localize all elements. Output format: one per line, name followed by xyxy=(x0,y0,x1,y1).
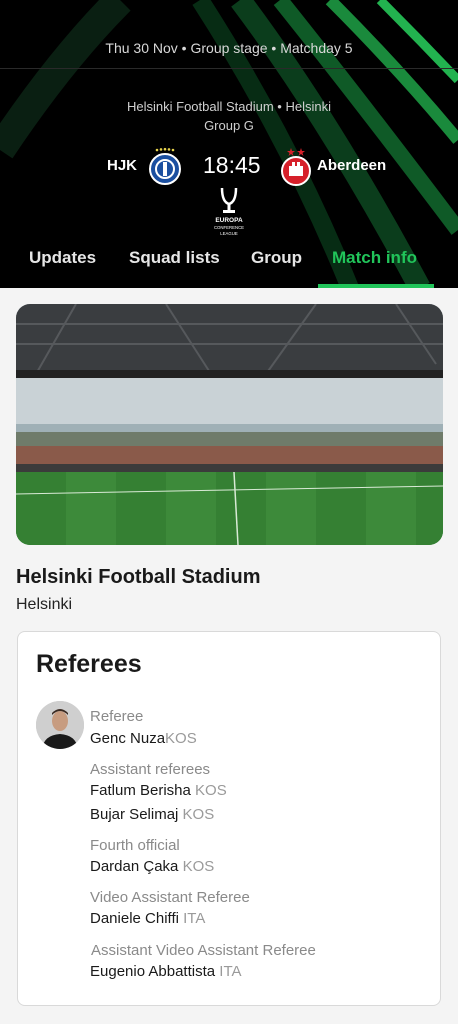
hjk-crest-icon[interactable] xyxy=(148,147,182,187)
kickoff-time: 18:45 xyxy=(203,152,261,178)
avar-role-label: Assistant Video Assistant Referee xyxy=(91,942,316,959)
match-date-line: Thu 30 Nov • Group stage • Matchday 5 xyxy=(105,40,353,56)
tab-match-info[interactable]: Match info xyxy=(332,248,417,268)
referee-role-label: Referee xyxy=(90,708,144,725)
svg-text:CONFERENCE: CONFERENCE xyxy=(214,225,244,230)
header-divider xyxy=(0,68,458,69)
referees-title: Referees xyxy=(36,650,142,678)
tab-squad-lists[interactable]: Squad lists xyxy=(129,248,220,268)
tab-updates[interactable]: Updates xyxy=(29,248,96,268)
var-entry[interactable]: Daniele Chiffi ITA xyxy=(90,910,205,927)
stadium-city: Helsinki xyxy=(16,596,73,613)
active-tab-indicator xyxy=(318,284,434,288)
var-name: Daniele Chiffi xyxy=(90,910,179,927)
svg-text:LEAGUE: LEAGUE xyxy=(220,231,238,236)
assistant-referee-name: Bujar Selimaj xyxy=(90,806,179,823)
assistant-referee-name: Fatlum Berisha xyxy=(90,782,191,799)
assistant-referees-role-label: Assistant referees xyxy=(90,761,211,778)
venue-line: Helsinki Football Stadium • Helsinki xyxy=(127,99,331,114)
tab-group[interactable]: Group xyxy=(251,248,302,268)
assistant-referee-nationality: KOS xyxy=(195,782,227,799)
avar-entry[interactable]: Eugenio Abbattista ITA xyxy=(90,963,242,980)
referee-entry[interactable]: Genc NuzaKOS xyxy=(90,730,197,747)
match-header: Thu 30 Nov • Group stage • Matchday 5 He… xyxy=(0,0,458,288)
fourth-official-name: Dardan Çaka xyxy=(90,858,179,875)
assistant-referee-nationality: KOS xyxy=(182,806,215,823)
group-label: Group G xyxy=(204,118,254,133)
aberdeen-crest-icon[interactable] xyxy=(279,147,313,187)
away-team-name[interactable]: Aberdeen xyxy=(317,157,386,174)
home-team-name[interactable]: HJK xyxy=(107,157,137,174)
var-role-label: Video Assistant Referee xyxy=(90,889,250,906)
referee-nationality: KOS xyxy=(165,730,197,747)
avar-nationality: ITA xyxy=(219,963,242,980)
match-tabs: Updates Squad lists Group Match info xyxy=(0,244,458,288)
assistant-referee-entry[interactable]: Fatlum Berisha KOS xyxy=(90,782,227,799)
fourth-official-entry[interactable]: Dardan Çaka KOS xyxy=(90,858,214,875)
assistant-referee-entry[interactable]: Bujar Selimaj KOS xyxy=(90,806,214,823)
fourth-official-nationality: KOS xyxy=(182,858,215,875)
stadium-photo xyxy=(16,304,443,545)
referee-avatar xyxy=(36,701,84,749)
referee-name: Genc Nuza xyxy=(90,730,166,747)
fourth-official-role-label: Fourth official xyxy=(90,837,180,854)
conference-league-logo-icon: EUROPA CONFERENCE LEAGUE xyxy=(214,187,244,236)
avar-name: Eugenio Abbattista xyxy=(90,963,216,980)
var-nationality: ITA xyxy=(183,910,206,927)
stadium-name: Helsinki Football Stadium xyxy=(16,566,261,588)
svg-text:EUROPA: EUROPA xyxy=(215,217,243,224)
